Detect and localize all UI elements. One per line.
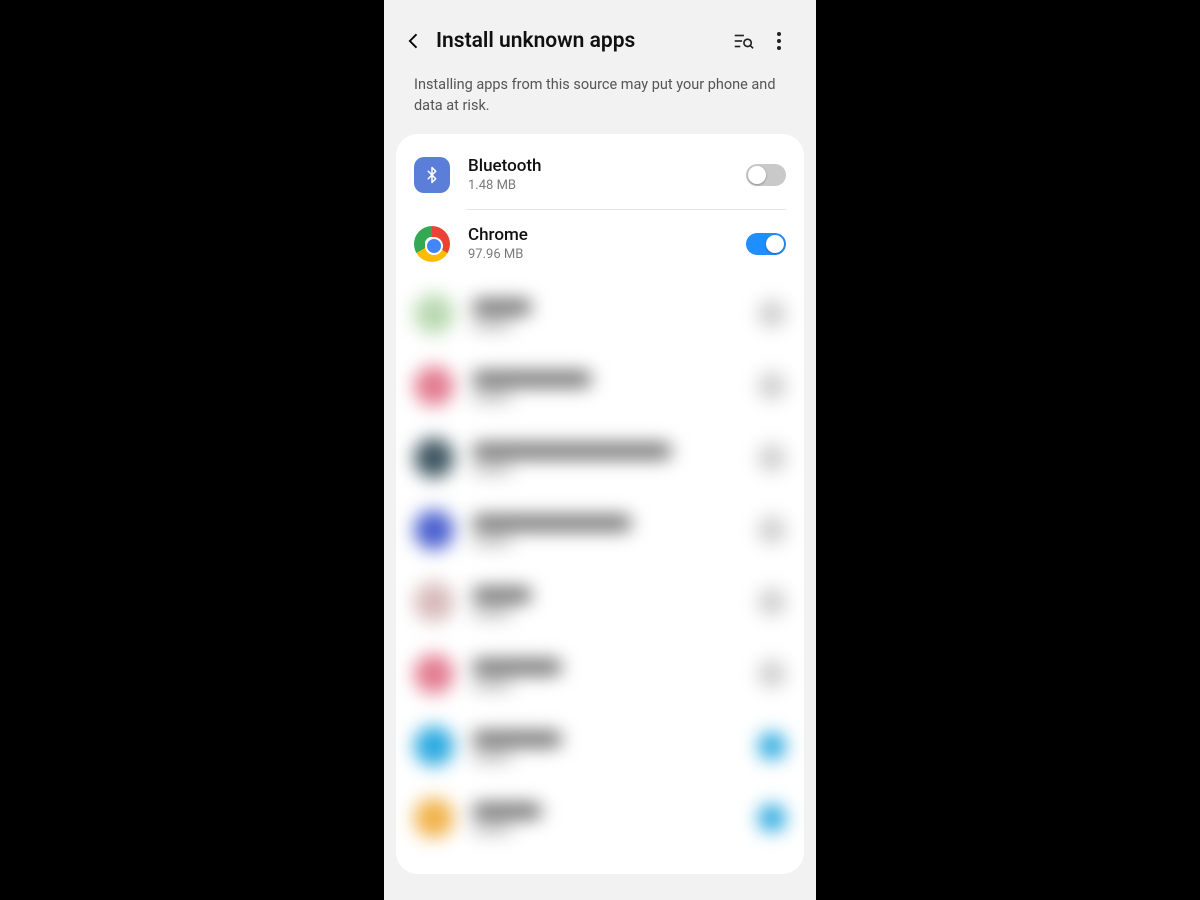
more-vertical-icon xyxy=(777,32,781,50)
app-text-blurred xyxy=(472,659,562,690)
settings-screen: Install unknown apps Installing apps fro… xyxy=(384,0,816,900)
chrome-icon xyxy=(414,226,450,262)
toggle-blurred xyxy=(758,516,786,544)
app-icon-blurred xyxy=(414,654,454,694)
app-icon-blurred xyxy=(414,582,454,622)
toggle-blurred xyxy=(758,588,786,616)
app-row-blurred xyxy=(396,638,804,710)
app-text: Chrome 97.96 MB xyxy=(468,225,746,262)
app-row-blurred xyxy=(396,278,804,350)
toggle-blurred xyxy=(758,300,786,328)
app-row-blurred xyxy=(396,422,804,494)
app-text-blurred xyxy=(472,803,542,834)
app-icon-blurred xyxy=(414,510,454,550)
toggle-blurred xyxy=(758,732,786,760)
list-search-icon xyxy=(732,30,754,52)
app-icon-blurred xyxy=(414,366,454,406)
overflow-menu-button[interactable] xyxy=(764,26,794,56)
search-sort-button[interactable] xyxy=(728,26,758,56)
app-text: Bluetooth 1.48 MB xyxy=(468,156,746,193)
toggle-blurred xyxy=(758,372,786,400)
app-text-blurred xyxy=(472,587,532,618)
toggle-chrome[interactable] xyxy=(746,233,786,255)
warning-text: Installing apps from this source may put… xyxy=(384,60,816,134)
app-row-blurred xyxy=(396,350,804,422)
app-list-card: Bluetooth 1.48 MB Chrome 97.96 MB xyxy=(396,134,804,874)
app-text-blurred xyxy=(472,731,562,762)
chevron-left-icon xyxy=(404,31,424,51)
app-text-blurred xyxy=(472,443,672,474)
app-row-bluetooth[interactable]: Bluetooth 1.48 MB xyxy=(396,140,804,209)
app-icon-blurred xyxy=(414,798,454,838)
toggle-bluetooth[interactable] xyxy=(746,164,786,186)
header-bar: Install unknown apps xyxy=(384,0,816,60)
toggle-blurred xyxy=(758,444,786,472)
app-text-blurred xyxy=(472,371,592,402)
back-button[interactable] xyxy=(400,27,428,55)
app-row-blurred xyxy=(396,494,804,566)
app-name-label: Bluetooth xyxy=(468,156,746,176)
toggle-blurred xyxy=(758,804,786,832)
app-row-blurred xyxy=(396,782,804,854)
app-icon-blurred xyxy=(414,726,454,766)
app-row-blurred xyxy=(396,566,804,638)
app-size-label: 97.96 MB xyxy=(468,247,746,262)
app-size-label: 1.48 MB xyxy=(468,178,746,193)
app-text-blurred xyxy=(472,515,632,546)
app-icon-blurred xyxy=(414,294,454,334)
toggle-blurred xyxy=(758,660,786,688)
app-row-blurred xyxy=(396,710,804,782)
page-title: Install unknown apps xyxy=(436,29,728,53)
app-row-chrome[interactable]: Chrome 97.96 MB xyxy=(396,209,804,278)
app-text-blurred xyxy=(472,299,532,330)
app-name-label: Chrome xyxy=(468,225,746,245)
app-icon-blurred xyxy=(414,438,454,478)
bluetooth-icon xyxy=(414,157,450,193)
